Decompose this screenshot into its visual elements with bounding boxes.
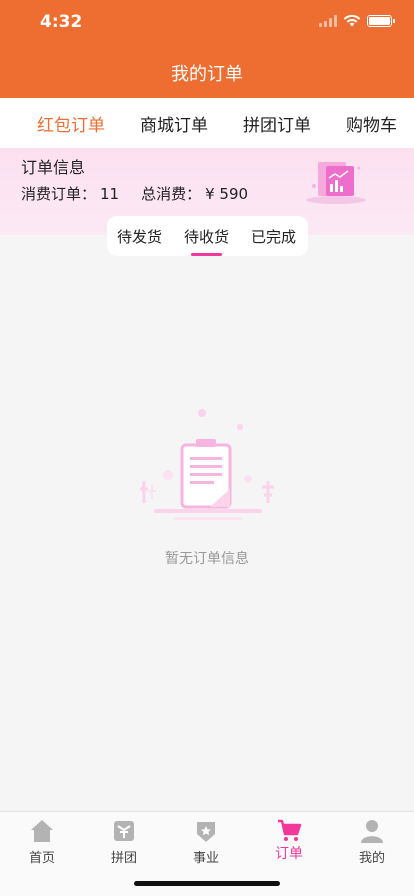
order-info-title: 订单信息 [21,158,86,177]
total-spend-value: ¥ 590 [205,185,249,203]
order-summary: 消费订单： 11 总消费： ¥ 590 [21,183,252,204]
tabbar-career[interactable]: 事业 [174,818,238,866]
page-title: 我的订单 [171,64,243,85]
career-badge-icon [197,822,215,842]
order-count-value: 11 [100,185,120,203]
user-icon [361,820,383,843]
tabbar-orders-label: 订单 [275,846,303,862]
tabbar-mine[interactable]: 我的 [340,818,404,866]
group-buy-icon [114,821,134,841]
home-icon [31,820,53,842]
home-indicator [134,881,280,886]
empty-state-text: 暂无订单信息 [165,551,249,567]
app-header: 4:32 我的订单 [0,0,414,98]
stats-chart-illustration-icon [306,162,366,204]
empty-clipboard-illustration-icon [140,409,274,520]
order-status-tabs: 待发货 待收货 已完成 [107,216,308,256]
subtab-pending-shipment[interactable]: 待发货 [117,226,162,247]
signal-icon [319,14,337,27]
tab-group-buy-orders[interactable]: 拼团订单 [243,111,311,136]
tabbar-home[interactable]: 首页 [10,818,74,866]
tabbar-group-buy-label: 拼团 [110,851,137,866]
tabbar-orders[interactable]: 订单 [257,818,321,863]
status-icons [319,14,395,27]
battery-icon [367,14,395,27]
subtab-completed[interactable]: 已完成 [251,226,296,247]
tab-mall-orders[interactable]: 商城订单 [140,111,208,136]
wifi-icon [343,14,361,27]
tab-red-packet-orders[interactable]: 红包订单 [37,111,105,136]
active-subtab-indicator [191,253,222,256]
order-type-tabs: 红包订单 商城订单 拼团订单 购物车 [0,98,414,148]
tabbar-home-label: 首页 [28,851,55,866]
tabbar-group-buy[interactable]: 拼团 [92,818,156,866]
total-spend-label: 总消费： [141,185,202,203]
tab-shopping-cart[interactable]: 购物车 [346,111,397,136]
tabbar-career-label: 事业 [192,851,219,866]
tabbar-mine-label: 我的 [358,851,385,866]
status-time: 4:32 [40,12,83,32]
cart-icon [278,819,302,841]
order-count-label: 消费订单： [21,185,97,203]
subtab-pending-receipt[interactable]: 待收货 [184,226,229,247]
